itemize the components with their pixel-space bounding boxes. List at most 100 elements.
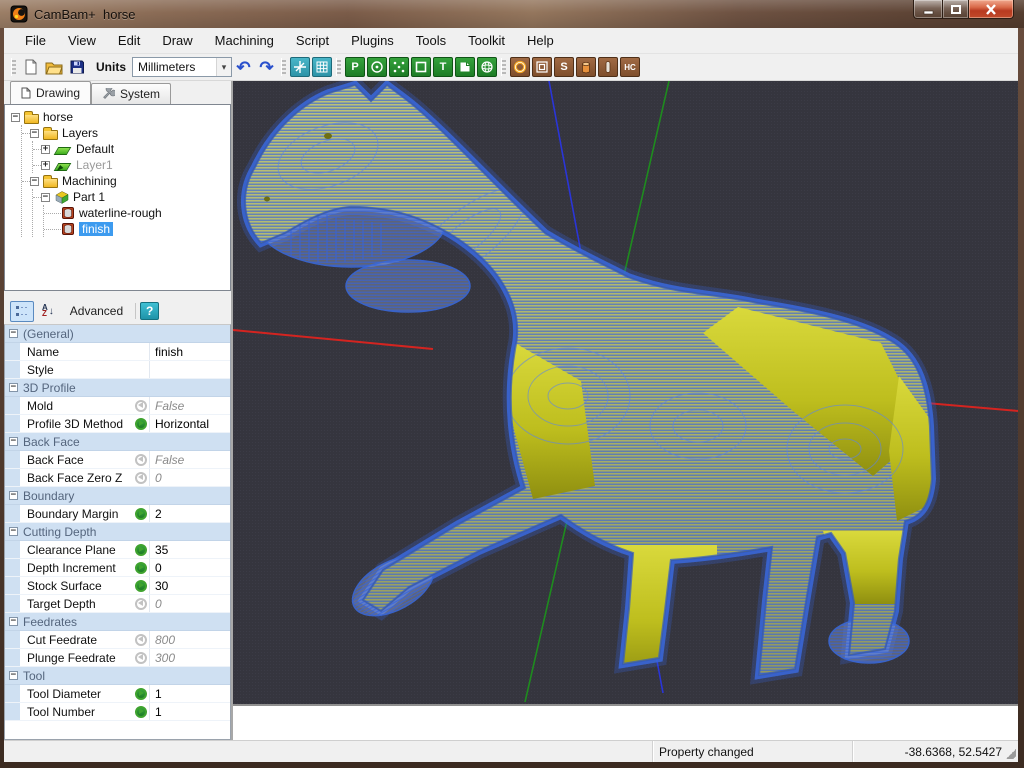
collapse-icon[interactable]: − xyxy=(9,617,18,626)
property-value[interactable]: 0 xyxy=(149,559,230,576)
default-value-indicator-icon[interactable] xyxy=(135,454,147,466)
undo-button[interactable]: ↶ xyxy=(232,56,255,79)
collapse-icon[interactable]: − xyxy=(11,113,20,122)
categorized-view-button[interactable] xyxy=(10,301,34,322)
default-value-indicator-icon[interactable] xyxy=(135,400,147,412)
property-category-row[interactable]: −3D Profile xyxy=(5,379,230,397)
property-value[interactable]: finish xyxy=(149,343,230,360)
value-set-indicator-icon[interactable] xyxy=(135,562,147,574)
default-value-indicator-icon[interactable] xyxy=(135,652,147,664)
expand-icon[interactable]: + xyxy=(41,161,50,170)
draw-rectangle-button[interactable] xyxy=(411,57,431,77)
redo-button[interactable]: ↷ xyxy=(255,56,278,79)
default-value-indicator-icon[interactable] xyxy=(135,472,147,484)
property-value[interactable]: 1 xyxy=(149,685,230,702)
property-category-row[interactable]: −Back Face xyxy=(5,433,230,451)
mop-drill-button[interactable] xyxy=(576,57,596,77)
draw-sphere-button[interactable] xyxy=(477,57,497,77)
menu-edit[interactable]: Edit xyxy=(107,30,151,51)
tree-item-finish[interactable]: finish xyxy=(44,221,230,237)
minimize-button[interactable] xyxy=(913,0,942,19)
property-value[interactable]: 1 xyxy=(149,703,230,720)
panel-splitter[interactable] xyxy=(4,291,231,298)
property-row[interactable]: Plunge Feedrate300 xyxy=(5,649,230,667)
dropdown-arrow-icon[interactable]: ▾ xyxy=(216,58,231,76)
value-set-indicator-icon[interactable] xyxy=(135,418,147,430)
property-value[interactable] xyxy=(149,361,230,378)
mop-heightmap-button[interactable]: HC xyxy=(620,57,640,77)
property-row[interactable]: MoldFalse xyxy=(5,397,230,415)
property-value[interactable]: 0 xyxy=(149,595,230,612)
menu-machining[interactable]: Machining xyxy=(204,30,285,51)
maximize-button[interactable] xyxy=(942,0,969,19)
collapse-icon[interactable]: − xyxy=(41,193,50,202)
advanced-button[interactable]: Advanced xyxy=(62,304,131,318)
tab-system[interactable]: System xyxy=(91,83,171,104)
tree-item-part1[interactable]: − Part 1 xyxy=(33,189,230,205)
alphabetical-sort-button[interactable]: AZ ↓ xyxy=(38,301,58,322)
collapse-icon[interactable]: − xyxy=(9,383,18,392)
property-row[interactable]: Stock Surface30 xyxy=(5,577,230,595)
mop-pocket-button[interactable] xyxy=(532,57,552,77)
value-set-indicator-icon[interactable] xyxy=(135,508,147,520)
expand-icon[interactable]: + xyxy=(41,145,50,154)
property-value[interactable]: False xyxy=(149,451,230,468)
property-row[interactable]: Clearance Plane35 xyxy=(5,541,230,559)
new-file-button[interactable] xyxy=(19,56,42,79)
property-value[interactable]: 300 xyxy=(149,649,230,666)
property-row[interactable]: Back FaceFalse xyxy=(5,451,230,469)
menu-view[interactable]: View xyxy=(57,30,107,51)
property-row[interactable]: Back Face Zero Z0 xyxy=(5,469,230,487)
collapse-icon[interactable]: − xyxy=(9,527,18,536)
toggle-grid-button[interactable] xyxy=(312,57,332,77)
default-value-indicator-icon[interactable] xyxy=(135,598,147,610)
tree-item-horse[interactable]: − horse xyxy=(11,109,230,125)
tree-item-layers[interactable]: − Layers xyxy=(22,125,230,141)
collapse-icon[interactable]: − xyxy=(30,129,39,138)
mop-lathe-button[interactable] xyxy=(598,57,618,77)
property-value[interactable]: 2 xyxy=(149,505,230,522)
collapse-icon[interactable]: − xyxy=(9,437,18,446)
draw-polyline-button[interactable]: P xyxy=(345,57,365,77)
menu-draw[interactable]: Draw xyxy=(151,30,203,51)
collapse-icon[interactable]: − xyxy=(9,671,18,680)
help-button[interactable]: ? xyxy=(140,302,159,320)
property-category-row[interactable]: −Tool xyxy=(5,667,230,685)
property-category-row[interactable]: −(General) xyxy=(5,325,230,343)
property-row[interactable]: Tool Diameter1 xyxy=(5,685,230,703)
draw-points-button[interactable] xyxy=(389,57,409,77)
menu-help[interactable]: Help xyxy=(516,30,565,51)
open-file-button[interactable] xyxy=(42,56,65,79)
property-row[interactable]: Namefinish xyxy=(5,343,230,361)
menu-plugins[interactable]: Plugins xyxy=(340,30,405,51)
mop-engrave-button[interactable]: S xyxy=(554,57,574,77)
titlebar[interactable]: CamBam+ horse xyxy=(0,0,1024,28)
units-select[interactable]: Millimeters ▾ xyxy=(132,57,232,77)
close-button[interactable] xyxy=(969,0,1014,19)
property-row[interactable]: Boundary Margin2 xyxy=(5,505,230,523)
viewport-3d[interactable] xyxy=(233,81,1018,706)
property-row[interactable]: Cut Feedrate800 xyxy=(5,631,230,649)
property-row[interactable]: Depth Increment0 xyxy=(5,559,230,577)
property-value[interactable]: 0 xyxy=(149,469,230,486)
tree-item-machining[interactable]: − Machining xyxy=(22,173,230,189)
property-value[interactable]: False xyxy=(149,397,230,414)
value-set-indicator-icon[interactable] xyxy=(135,688,147,700)
property-value[interactable]: 800 xyxy=(149,631,230,648)
property-row[interactable]: Target Depth0 xyxy=(5,595,230,613)
draw-circle-button[interactable] xyxy=(367,57,387,77)
toggle-axes-button[interactable] xyxy=(290,57,310,77)
save-button[interactable] xyxy=(65,56,88,79)
menu-script[interactable]: Script xyxy=(285,30,340,51)
draw-surface-button[interactable] xyxy=(455,57,475,77)
tab-drawing[interactable]: Drawing xyxy=(10,81,91,104)
value-set-indicator-icon[interactable] xyxy=(135,544,147,556)
property-category-row[interactable]: −Cutting Depth xyxy=(5,523,230,541)
viewport-canvas[interactable] xyxy=(233,81,1018,704)
collapse-icon[interactable]: − xyxy=(9,491,18,500)
tree-item-layer1[interactable]: + Layer1 xyxy=(33,157,230,173)
property-row[interactable]: Profile 3D MethodHorizontal xyxy=(5,415,230,433)
collapse-icon[interactable]: − xyxy=(30,177,39,186)
property-value[interactable]: Horizontal xyxy=(149,415,230,432)
property-row[interactable]: Tool Number1 xyxy=(5,703,230,721)
